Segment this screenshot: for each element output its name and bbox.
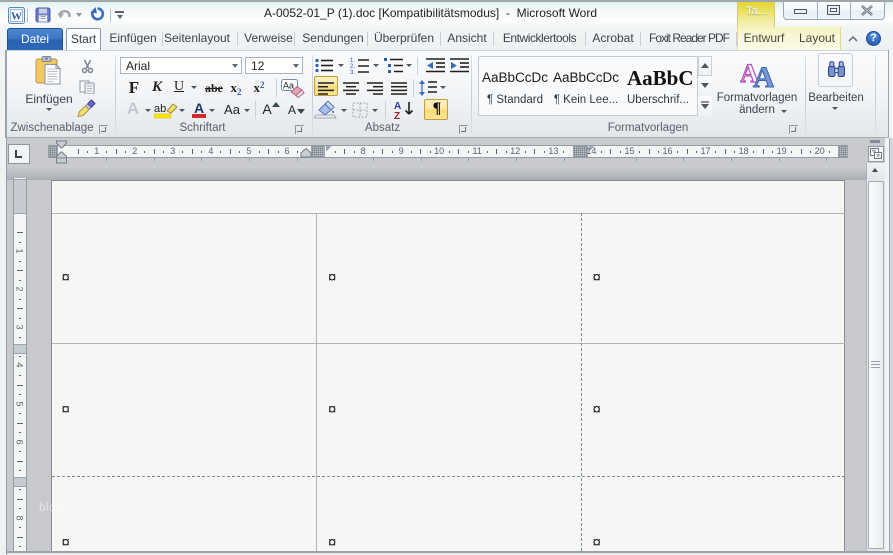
svg-text:Aa: Aa <box>283 81 294 91</box>
svg-text:3.: 3. <box>350 70 355 74</box>
svg-text:W: W <box>11 11 22 23</box>
svg-text:Z: Z <box>394 111 400 120</box>
svg-text:ab: ab <box>154 103 166 115</box>
svg-text:A: A <box>753 61 774 88</box>
